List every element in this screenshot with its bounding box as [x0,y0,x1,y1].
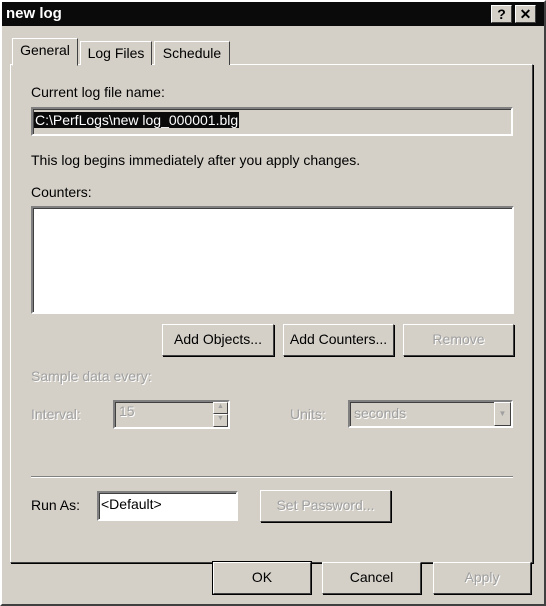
chevron-down-icon[interactable]: ▼ [494,402,511,426]
help-button[interactable]: ? [491,5,512,23]
interval-label: Interval: [31,406,81,422]
run-as-input[interactable]: <Default> [97,491,238,521]
window-title: new log [6,5,62,22]
current-file-value: C:\PerfLogs\new log_000001.blg [34,112,240,128]
units-label: Units: [290,406,326,422]
counters-label: Counters: [31,184,92,200]
spin-down-icon[interactable]: ▼ [213,414,228,427]
cancel-button[interactable]: Cancel [322,562,421,594]
info-text: This log begins immediately after you ap… [31,152,361,168]
title-bar: new log [2,2,544,26]
remove-button[interactable]: Remove [403,324,514,356]
tab-general[interactable]: General [12,38,78,66]
tab-log-files[interactable]: Log Files [80,41,152,65]
run-as-value: <Default> [101,496,162,512]
units-value: seconds [354,405,407,421]
add-objects-button[interactable]: Add Objects... [162,324,274,356]
current-file-label: Current log file name: [31,84,165,100]
spin-up-icon[interactable]: ▲ [213,402,228,414]
close-button[interactable]: ✕ [515,5,536,23]
interval-value: 15 [119,403,135,419]
units-select[interactable]: seconds [348,400,513,428]
sample-label: Sample data every: [31,368,152,384]
separator [31,476,513,478]
add-counters-button[interactable]: Add Counters... [283,324,394,356]
set-password-button[interactable]: Set Password... [260,490,391,522]
tab-schedule[interactable]: Schedule [154,41,230,65]
ok-button[interactable]: OK [212,561,312,595]
apply-button[interactable]: Apply [433,562,531,594]
current-file-field[interactable]: C:\PerfLogs\new log_000001.blg [31,107,513,136]
counters-list[interactable] [31,206,514,314]
run-as-label: Run As: [31,497,81,513]
